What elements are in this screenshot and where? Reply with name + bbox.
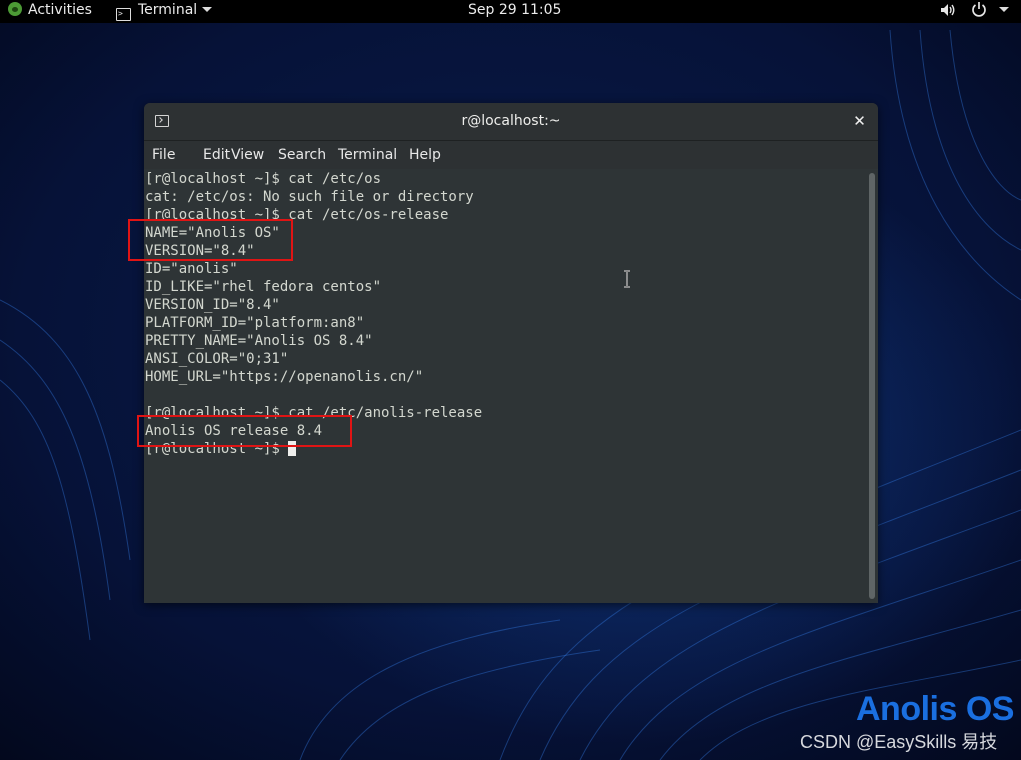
window-titlebar[interactable]: r@localhost:~ ✕	[144, 103, 878, 141]
menu-bar: File Edit View Search Terminal Help	[144, 141, 878, 169]
terminal-icon: >	[116, 8, 131, 21]
system-menu[interactable]	[940, 0, 1009, 23]
menu-view[interactable]: View	[231, 141, 264, 169]
close-button[interactable]: ✕	[850, 112, 869, 131]
terminal-window[interactable]: r@localhost:~ ✕ File Edit View Search Te…	[144, 103, 878, 603]
mouse-ibeam-icon	[624, 270, 630, 288]
top-panel: Activities > Terminal Sep 29 11:05	[0, 0, 1021, 23]
menu-help[interactable]: Help	[409, 141, 441, 169]
clock[interactable]: Sep 29 11:05	[468, 0, 561, 23]
terminal-line: [r@localhost ~]$ cat /etc/os	[145, 171, 382, 187]
activities-label: Activities	[28, 2, 92, 18]
chevron-down-icon	[999, 7, 1009, 12]
menu-terminal[interactable]: Terminal	[338, 141, 397, 169]
activities-logo-icon	[8, 2, 22, 16]
terminal-line: ID_LIKE="rhel fedora centos"	[145, 279, 382, 295]
window-title: r@localhost:~	[461, 113, 561, 129]
volume-icon	[941, 4, 955, 16]
menu-file[interactable]: File	[152, 141, 175, 169]
activities-button[interactable]: Activities	[8, 0, 92, 23]
terminal-line: cat: /etc/os: No such file or directory	[145, 189, 474, 205]
app-menu-label: Terminal	[138, 2, 198, 18]
app-menu-terminal[interactable]: > Terminal	[116, 0, 213, 23]
menu-search[interactable]: Search	[278, 141, 326, 169]
terminal-line: VERSION_ID="8.4"	[145, 297, 280, 313]
terminal-line: ANSI_COLOR="0;31"	[145, 351, 289, 367]
terminal-line: ID="anolis"	[145, 261, 238, 277]
terminal-line: HOME_URL="https://openanolis.cn/"	[145, 369, 424, 385]
chevron-down-icon	[202, 7, 213, 12]
terminal-line: PRETTY_NAME="Anolis OS 8.4"	[145, 333, 373, 349]
power-icon	[971, 2, 986, 17]
terminal-line: PLATFORM_ID="platform:an8"	[145, 315, 365, 331]
highlight-box-name-version	[128, 219, 293, 261]
brand-logo: Anolis OS	[856, 690, 1014, 728]
watermark: CSDN @EasySkills 易技	[800, 732, 998, 752]
scrollbar[interactable]	[869, 173, 875, 599]
highlight-box-release	[137, 415, 352, 447]
menu-edit[interactable]: Edit	[203, 141, 230, 169]
